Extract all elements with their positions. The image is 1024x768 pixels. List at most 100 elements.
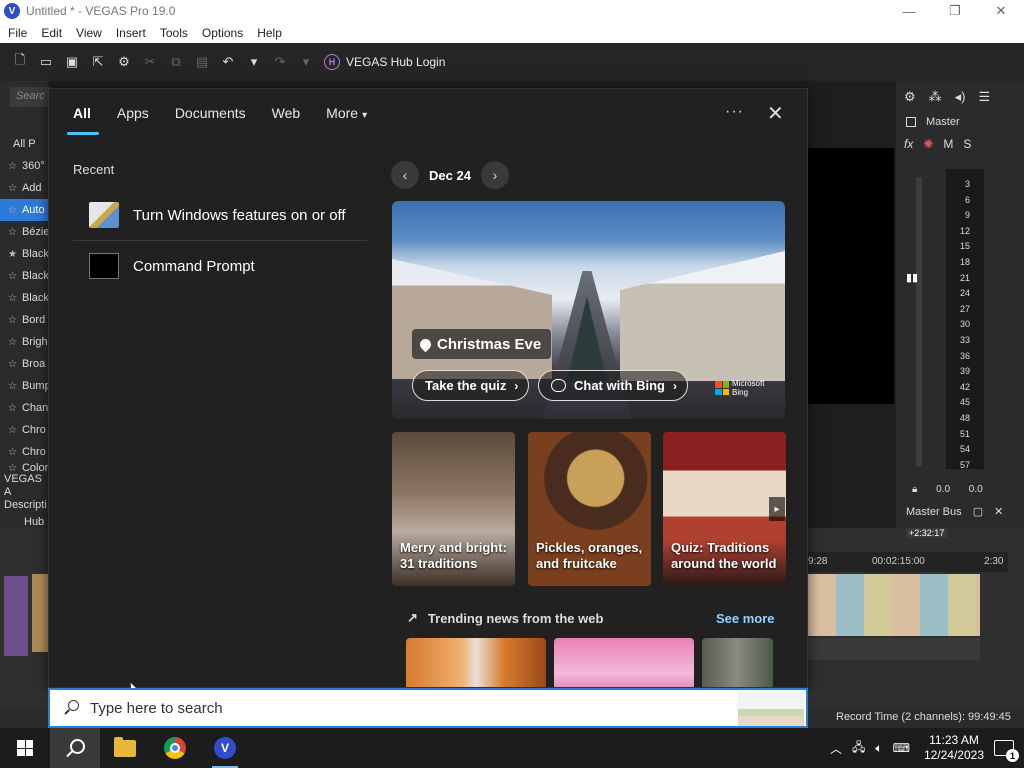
tab-apps[interactable]: Apps <box>117 105 149 135</box>
lock-icon[interactable]: 🔒︎ <box>912 484 917 495</box>
fx-item[interactable]: ☆ Chro <box>0 419 48 441</box>
fx-item[interactable]: ☆ Chan <box>0 397 48 419</box>
fx-item[interactable]: ☆ Add <box>0 177 48 199</box>
close-flyout-button[interactable]: ✕ <box>767 101 784 126</box>
mixer-sliders-icon[interactable]: ☰ <box>979 89 991 105</box>
undock-icon[interactable]: ▢ <box>973 506 983 518</box>
next-day-button[interactable]: › <box>480 161 509 189</box>
fx-item[interactable]: ☆ Bézie <box>0 221 48 243</box>
taskbar-search-box[interactable] <box>48 688 808 728</box>
network-icon[interactable]: 🖧︎ <box>852 738 865 759</box>
more-options-icon[interactable]: ··· <box>725 103 744 121</box>
file-explorer-button[interactable] <box>100 728 150 768</box>
copy-icon[interactable]: ⧉ <box>168 54 184 70</box>
tab-documents[interactable]: Documents <box>175 105 246 135</box>
fx-item-selected[interactable]: ☆ Auto <box>0 199 48 221</box>
menu-tools[interactable]: Tools <box>160 26 188 40</box>
fx-item[interactable]: ☆ Color <box>0 463 48 473</box>
solo-button[interactable]: S <box>963 137 971 151</box>
bus-fx-icon[interactable]: ✺ <box>923 137 933 151</box>
start-button[interactable] <box>0 728 50 768</box>
cut-icon[interactable]: ✂ <box>142 54 158 70</box>
tile-quiz[interactable]: Quiz: Traditions around the world <box>663 432 786 586</box>
recent-item-command-prompt[interactable]: Command Prompt <box>73 244 367 288</box>
mute-speaker-icon[interactable]: ◂) <box>955 89 966 105</box>
keyboard-icon[interactable]: ⌨ <box>893 741 910 755</box>
audio-clip[interactable] <box>808 638 980 660</box>
mute-button[interactable]: M <box>943 137 953 151</box>
menu-file[interactable]: File <box>8 26 27 40</box>
news-card[interactable] <box>554 638 694 687</box>
settings-gear-icon[interactable]: ⚙ <box>904 89 916 105</box>
maximize-button[interactable]: ❐ <box>932 0 978 22</box>
downmix-icon[interactable]: ⁂ <box>929 89 942 105</box>
recent-item-windows-features[interactable]: Turn Windows features on or off <box>73 193 367 237</box>
fx-item[interactable]: ☆ Bord <box>0 309 48 331</box>
redo-dropdown-icon[interactable]: ▾ <box>298 54 314 70</box>
fx-item[interactable]: All P <box>0 133 48 155</box>
news-card[interactable] <box>702 638 773 687</box>
close-window-button[interactable]: ✕ <box>978 0 1024 22</box>
new-project-icon[interactable]: 🗋 <box>12 52 28 70</box>
settings-gear-icon[interactable]: ⚙ <box>116 54 132 70</box>
tab-web[interactable]: Web <box>272 105 301 135</box>
vegas-hub-icon[interactable]: H <box>324 54 340 70</box>
chevron-up-icon[interactable]: ︿ <box>830 740 842 757</box>
menu-help[interactable]: Help <box>257 26 282 40</box>
take-quiz-button[interactable]: Take the quiz › <box>412 370 530 401</box>
minimize-button[interactable]: — <box>886 0 932 22</box>
tiles-next-button[interactable]: ▸ <box>769 497 785 521</box>
track-header[interactable] <box>4 576 28 656</box>
prev-day-button[interactable]: ‹ <box>391 161 419 189</box>
menu-edit[interactable]: Edit <box>41 26 62 40</box>
save-icon[interactable]: ▣ <box>64 54 80 70</box>
search-button[interactable] <box>50 728 100 768</box>
clock[interactable]: 11:23 AM 12/24/2023 <box>924 733 984 763</box>
tile-pickles[interactable]: Pickles, oranges, and fruitcake <box>528 432 651 586</box>
fx-item[interactable]: ☆ Black <box>0 265 48 287</box>
fx-item[interactable]: ☆ 360° <box>0 155 48 177</box>
tile-traditions[interactable]: Merry and bright: 31 traditions <box>392 432 515 586</box>
db-tick: 27 <box>959 303 970 314</box>
timeline-ruler[interactable]: 9:28 00:02:15:00 2:30 <box>808 552 1008 572</box>
chat-with-bing-button[interactable]: Chat with Bing › <box>538 370 688 401</box>
undo-dropdown-icon[interactable]: ▾ <box>246 54 262 70</box>
master-fader-knob-icon[interactable]: ▮▮ <box>906 271 930 284</box>
tab-all[interactable]: All <box>67 105 99 135</box>
fx-item[interactable]: ☆ Chro <box>0 441 48 463</box>
redo-icon[interactable]: ↷ <box>272 54 288 70</box>
fx-item[interactable]: ★ Black <box>0 243 48 265</box>
vegas-hub-login-button[interactable]: VEGAS Hub Login <box>346 55 445 69</box>
menu-view[interactable]: View <box>76 26 102 40</box>
paste-icon[interactable]: ▤ <box>194 54 210 70</box>
notifications-icon[interactable]: 1 <box>994 740 1019 762</box>
volume-muted-icon[interactable]: 🔈︎ <box>875 741 882 756</box>
search-input[interactable] <box>90 699 690 717</box>
fx-item[interactable]: ☆ Bump <box>0 375 48 397</box>
master-checkbox-icon[interactable] <box>906 117 916 127</box>
see-more-link[interactable]: See more <box>716 611 775 626</box>
tab-more[interactable]: More ▾ <box>326 105 367 135</box>
master-bus-label: Master Bus <box>906 506 962 518</box>
news-card[interactable] <box>406 638 546 687</box>
master-fader-track[interactable] <box>916 177 922 467</box>
fx-search-input[interactable]: Searc <box>10 87 50 107</box>
menu-options[interactable]: Options <box>202 26 243 40</box>
meter-readout-right: 0.0 <box>968 484 983 495</box>
fx-item[interactable]: ☆ Black <box>0 287 48 309</box>
close-panel-icon[interactable]: ✕ <box>994 506 1003 518</box>
chrome-button[interactable] <box>150 728 200 768</box>
fx-button[interactable]: fx <box>904 137 913 151</box>
tab-more-label: More <box>326 105 359 121</box>
search-highlight-card[interactable]: Christmas Eve Take the quiz › Chat with … <box>392 201 785 419</box>
open-folder-icon[interactable]: ▭ <box>38 54 54 70</box>
undo-icon[interactable]: ↶ <box>220 54 236 70</box>
render-icon[interactable]: ⇱ <box>90 54 106 70</box>
fx-item[interactable]: ☆ Brigh <box>0 331 48 353</box>
menu-insert[interactable]: Insert <box>116 26 146 40</box>
video-clip-left[interactable] <box>32 574 48 652</box>
vegas-pro-button[interactable]: V <box>200 728 250 768</box>
video-clip[interactable] <box>808 574 980 636</box>
fx-item[interactable]: ☆ Broa <box>0 353 48 375</box>
chat-with-bing-label: Chat with Bing <box>574 378 665 393</box>
